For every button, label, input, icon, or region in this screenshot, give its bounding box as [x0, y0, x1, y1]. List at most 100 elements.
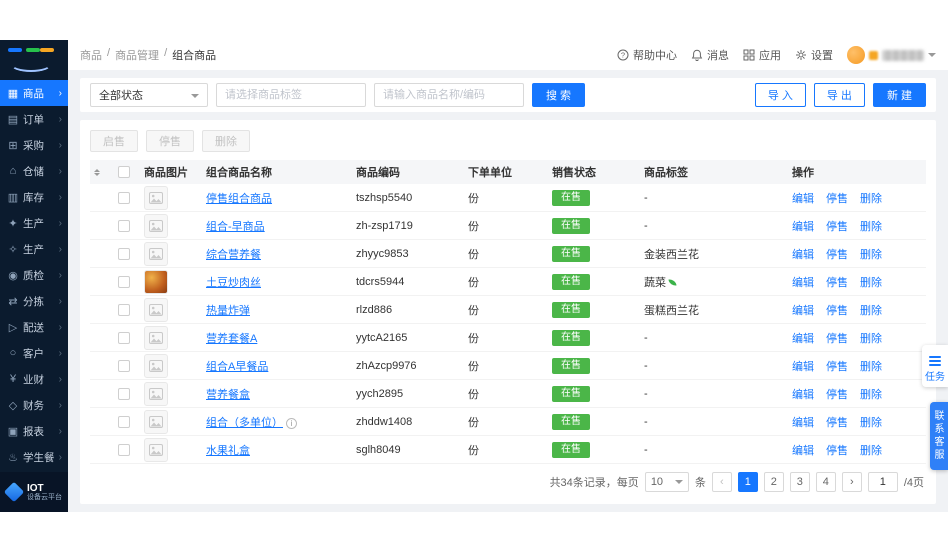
sidebar-item[interactable]: ▦ 商品 › [0, 80, 68, 106]
product-name-link[interactable]: 组合-早商品 [206, 221, 265, 233]
delete-link[interactable]: 删除 [860, 389, 882, 401]
edit-link[interactable]: 编辑 [792, 249, 814, 261]
sidebar-item[interactable]: ♨ 学生餐 › [0, 444, 68, 470]
avatar [847, 46, 865, 64]
sidebar-item[interactable]: ▥ 库存 › [0, 184, 68, 210]
edit-link[interactable]: 编辑 [792, 361, 814, 373]
task-panel-button[interactable]: 任务 [922, 345, 948, 387]
product-name-link[interactable]: 水果礼盒 [206, 445, 250, 457]
edit-link[interactable]: 编辑 [792, 193, 814, 205]
delete-link[interactable]: 删除 [860, 249, 882, 261]
help-center-button[interactable]: ? 帮助中心 [617, 47, 677, 63]
breadcrumb-item[interactable]: 商品管理 [115, 47, 159, 63]
messages-button[interactable]: 消息 [691, 47, 729, 63]
breadcrumb-item[interactable]: 商品 [80, 47, 102, 63]
sidebar-item[interactable]: ○ 客户 › [0, 340, 68, 366]
page-number-button[interactable]: 3 [790, 472, 810, 492]
sidebar-item[interactable]: ¥ 业财 › [0, 366, 68, 392]
stop-sale-link[interactable]: 停售 [826, 389, 848, 401]
order-unit: 份 [464, 246, 548, 262]
sidebar-item[interactable]: ▣ 报表 › [0, 418, 68, 444]
stop-sale-link[interactable]: 停售 [826, 445, 848, 457]
prev-page-button[interactable]: ‹ [712, 472, 732, 492]
product-name-link[interactable]: 停售组合商品 [206, 193, 272, 205]
page-number-button[interactable]: 1 [738, 472, 758, 492]
delete-link[interactable]: 删除 [860, 417, 882, 429]
bulk-onsale-button[interactable]: 启售 [90, 130, 138, 152]
product-name-link[interactable]: 热量炸弹 [206, 305, 250, 317]
page-number-button[interactable]: 4 [816, 472, 836, 492]
row-checkbox[interactable] [118, 416, 130, 428]
edit-link[interactable]: 编辑 [792, 389, 814, 401]
stop-sale-link[interactable]: 停售 [826, 193, 848, 205]
stop-sale-link[interactable]: 停售 [826, 361, 848, 373]
delete-link[interactable]: 删除 [860, 333, 882, 345]
sidebar-item[interactable]: ✧ 生产 › [0, 236, 68, 262]
stop-sale-link[interactable]: 停售 [826, 333, 848, 345]
settings-button[interactable]: 设置 [795, 47, 833, 63]
product-name-link[interactable]: 组合A早餐品 [206, 361, 268, 373]
page-size-select[interactable]: 10 [645, 472, 689, 492]
edit-link[interactable]: 编辑 [792, 445, 814, 457]
info-icon[interactable] [286, 418, 297, 429]
col-header-tag: 商品标签 [640, 164, 788, 180]
row-checkbox[interactable] [118, 220, 130, 232]
edit-link[interactable]: 编辑 [792, 333, 814, 345]
contact-support-button[interactable]: 联系客服 [930, 402, 948, 470]
sidebar-item[interactable]: ✦ 生产 › [0, 210, 68, 236]
product-name-link[interactable]: 综合营养餐 [206, 249, 261, 261]
page-jump-input[interactable] [868, 472, 898, 492]
row-checkbox[interactable] [118, 248, 130, 260]
sort-icon[interactable] [94, 166, 100, 179]
stop-sale-link[interactable]: 停售 [826, 277, 848, 289]
row-checkbox[interactable] [118, 304, 130, 316]
edit-link[interactable]: 编辑 [792, 305, 814, 317]
import-button[interactable]: 导 入 [755, 83, 806, 107]
image-placeholder-icon [149, 248, 163, 260]
product-name-link[interactable]: 土豆炒肉丝 [206, 277, 261, 289]
row-checkbox[interactable] [118, 276, 130, 288]
create-button[interactable]: 新 建 [873, 83, 926, 107]
status-select[interactable]: 全部状态 [90, 83, 208, 107]
sidebar-item[interactable]: ◉ 质检 › [0, 262, 68, 288]
product-tag: 蔬菜 [644, 277, 666, 289]
bulk-stopsale-button[interactable]: 停售 [146, 130, 194, 152]
edit-link[interactable]: 编辑 [792, 221, 814, 233]
delete-link[interactable]: 删除 [860, 277, 882, 289]
product-name-link[interactable]: 营养餐盒 [206, 389, 250, 401]
tag-filter-input[interactable] [216, 83, 366, 107]
delete-link[interactable]: 删除 [860, 361, 882, 373]
delete-link[interactable]: 删除 [860, 445, 882, 457]
bulk-delete-button[interactable]: 删除 [202, 130, 250, 152]
row-checkbox[interactable] [118, 360, 130, 372]
next-page-button[interactable]: › [842, 472, 862, 492]
export-button[interactable]: 导 出 [814, 83, 865, 107]
sidebar-item[interactable]: ⇄ 分拣 › [0, 288, 68, 314]
row-checkbox[interactable] [118, 444, 130, 456]
select-all-checkbox[interactable] [118, 166, 130, 178]
sidebar-item[interactable]: ⊞ 采购 › [0, 132, 68, 158]
stop-sale-link[interactable]: 停售 [826, 221, 848, 233]
search-button[interactable]: 搜 索 [532, 83, 585, 107]
page-number-button[interactable]: 2 [764, 472, 784, 492]
keyword-search-input[interactable] [374, 83, 524, 107]
sidebar-item[interactable]: ◇ 财务 › [0, 392, 68, 418]
stop-sale-link[interactable]: 停售 [826, 249, 848, 261]
row-checkbox[interactable] [118, 332, 130, 344]
apps-button[interactable]: 应用 [743, 47, 781, 63]
user-menu[interactable] [847, 46, 936, 64]
sidebar-item[interactable]: ⌂ 仓储 › [0, 158, 68, 184]
delete-link[interactable]: 删除 [860, 305, 882, 317]
edit-link[interactable]: 编辑 [792, 417, 814, 429]
product-name-link[interactable]: 营养套餐A [206, 333, 257, 345]
sidebar-item[interactable]: ▷ 配送 › [0, 314, 68, 340]
delete-link[interactable]: 删除 [860, 193, 882, 205]
product-name-link[interactable]: 组合（多单位） [206, 417, 283, 429]
row-checkbox[interactable] [118, 192, 130, 204]
delete-link[interactable]: 删除 [860, 221, 882, 233]
row-checkbox[interactable] [118, 388, 130, 400]
stop-sale-link[interactable]: 停售 [826, 305, 848, 317]
edit-link[interactable]: 编辑 [792, 277, 814, 289]
stop-sale-link[interactable]: 停售 [826, 417, 848, 429]
sidebar-item[interactable]: ▤ 订单 › [0, 106, 68, 132]
